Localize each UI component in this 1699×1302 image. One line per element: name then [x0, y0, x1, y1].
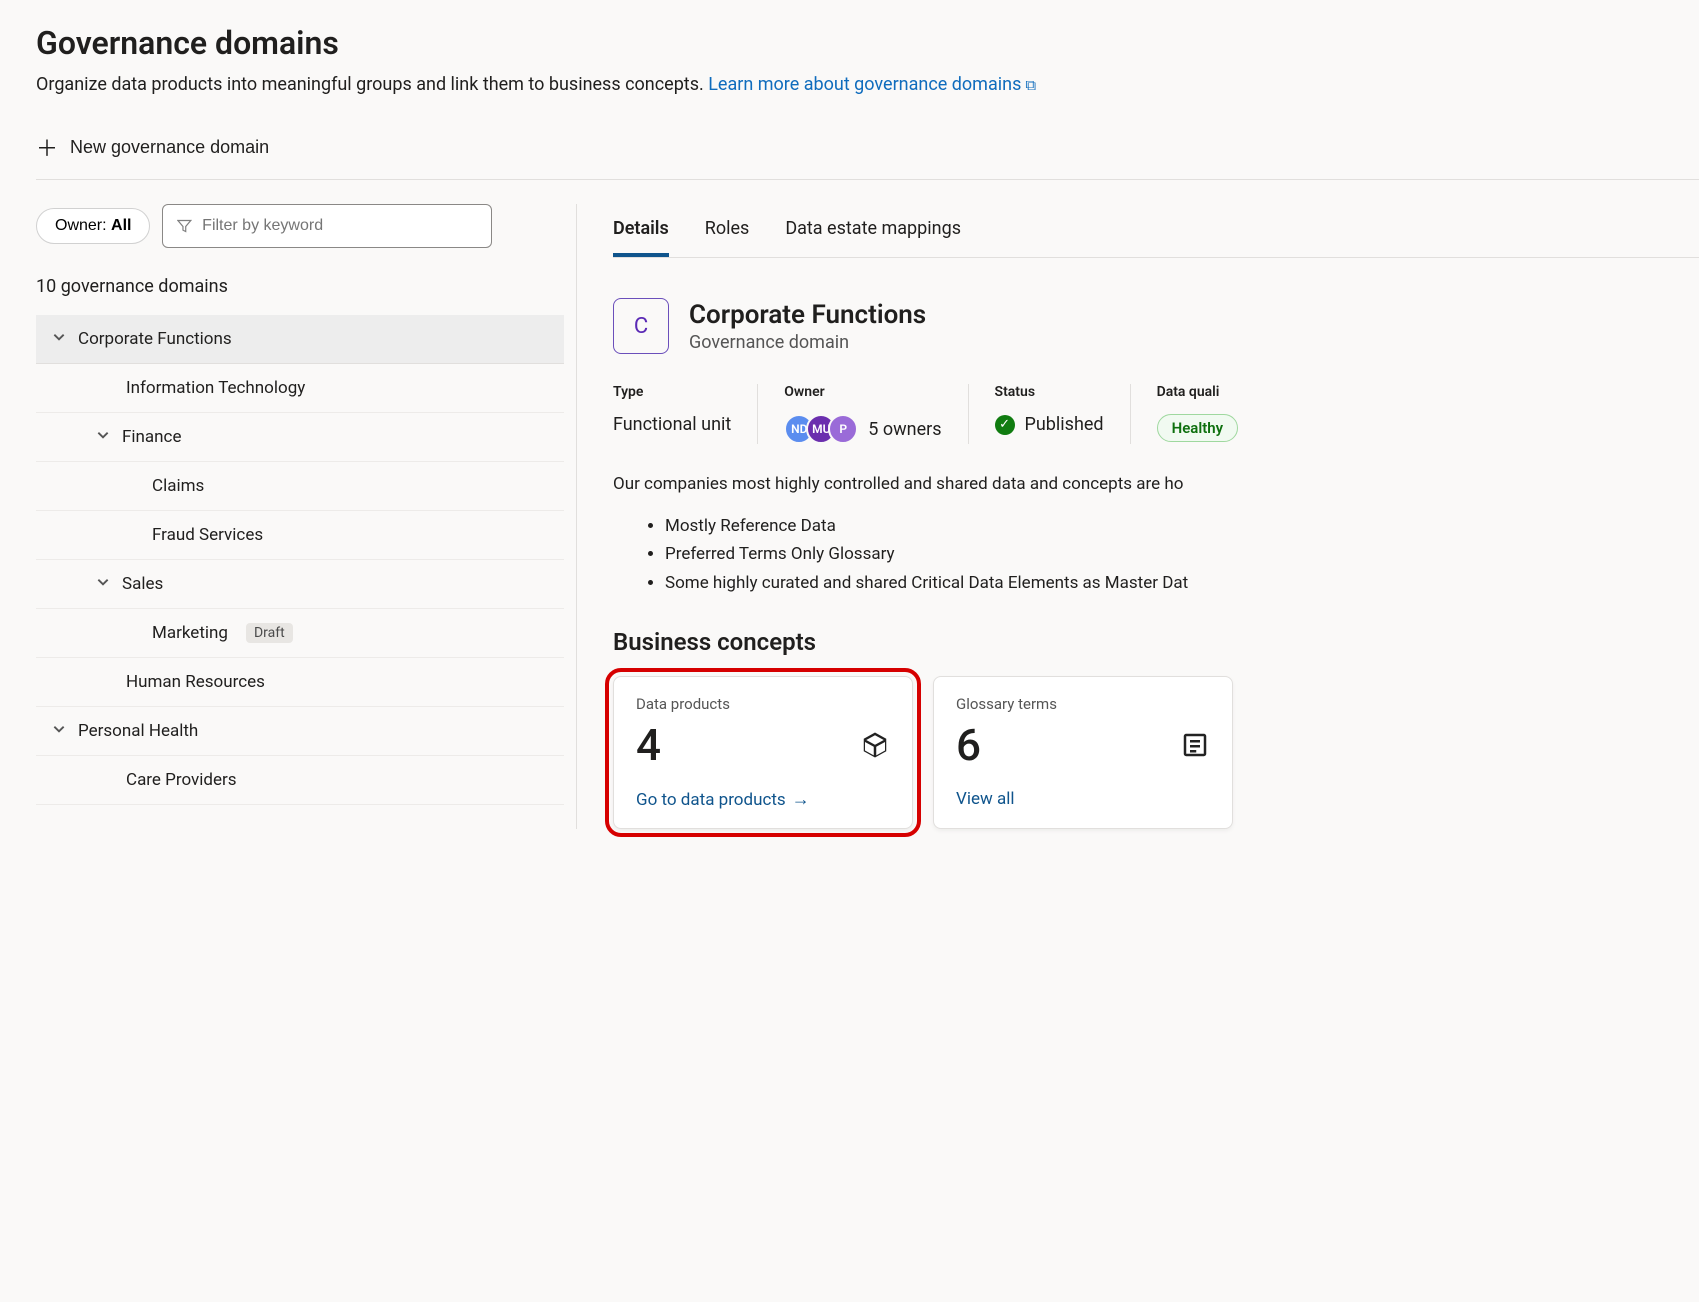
chevron-down-icon — [96, 427, 110, 447]
learn-more-link[interactable]: Learn more about governance domains⧉ — [708, 74, 1036, 95]
plus-icon: ＋ — [36, 131, 58, 163]
detail-tabs: Details Roles Data estate mappings — [613, 204, 1699, 258]
tree-item-personal-health[interactable]: Personal Health — [36, 707, 564, 756]
tab-data-estate-mappings[interactable]: Data estate mappings — [785, 204, 961, 257]
tree-item-label: Corporate Functions — [78, 329, 232, 349]
card-metric: 4 — [636, 719, 661, 771]
tree-item-claims[interactable]: Claims — [36, 462, 564, 511]
description-list: Mostly Reference DataPreferred Terms Onl… — [665, 512, 1699, 599]
top-divider — [36, 179, 1699, 180]
new-button-label: New governance domain — [70, 137, 269, 158]
card-link[interactable]: Go to data products → — [636, 789, 810, 810]
health-badge: Healthy — [1157, 414, 1239, 442]
draft-badge: Draft — [246, 623, 293, 643]
chevron-down-icon — [52, 329, 66, 349]
list-icon — [1180, 730, 1210, 760]
tree-item-human-resources[interactable]: Human Resources — [36, 658, 564, 707]
business-concepts-heading: Business concepts — [613, 628, 1699, 656]
tree-item-label: Care Providers — [126, 770, 237, 790]
owner-avatar-stack[interactable]: NDMUP — [784, 414, 858, 444]
tree-item-label: Marketing — [152, 623, 228, 643]
page-subtitle: Organize data products into meaningful g… — [36, 74, 1699, 95]
cube-icon — [860, 730, 890, 760]
status-label: Status — [995, 384, 1104, 400]
external-link-icon: ⧉ — [1025, 76, 1036, 94]
tree-item-label: Information Technology — [126, 378, 305, 398]
entity-subtitle: Governance domain — [689, 332, 926, 353]
chevron-down-icon — [96, 574, 110, 594]
avatar: P — [828, 414, 858, 444]
tree-item-information-technology[interactable]: Information Technology — [36, 364, 564, 413]
tree-item-label: Fraud Services — [152, 525, 263, 545]
card-title: Glossary terms — [956, 695, 1210, 713]
card-metric: 6 — [956, 719, 981, 771]
description-bullet: Preferred Terms Only Glossary — [665, 540, 1699, 569]
tree-item-sales[interactable]: Sales — [36, 560, 564, 609]
tree-item-label: Sales — [122, 574, 163, 594]
description-line: Our companies most highly controlled and… — [613, 472, 1699, 498]
domain-tree: Corporate Functions Information Technolog… — [36, 315, 564, 805]
tree-item-finance[interactable]: Finance — [36, 413, 564, 462]
tree-item-label: Personal Health — [78, 721, 198, 741]
tree-item-corporate-functions[interactable]: Corporate Functions — [36, 315, 564, 364]
owner-label: Owner — [784, 384, 941, 400]
description-bullet: Some highly curated and shared Critical … — [665, 569, 1699, 598]
owner-filter-pill[interactable]: Owner: All — [36, 208, 150, 244]
status-value: Published — [1025, 414, 1104, 435]
tree-item-marketing[interactable]: Marketing Draft — [36, 609, 564, 658]
description-bullet: Mostly Reference Data — [665, 512, 1699, 541]
tree-item-fraud-services[interactable]: Fraud Services — [36, 511, 564, 560]
filter-icon — [177, 218, 192, 234]
type-label: Type — [613, 384, 731, 400]
tab-details[interactable]: Details — [613, 204, 669, 257]
tree-item-label: Finance — [122, 427, 181, 447]
concept-card-data-products[interactable]: Data products 4 Go to data products → — [613, 676, 913, 829]
concept-cards: Data products 4 Go to data products → Gloss… — [613, 676, 1699, 829]
tab-roles[interactable]: Roles — [705, 204, 750, 257]
arrow-right-icon: → — [792, 789, 810, 810]
type-value: Functional unit — [613, 414, 731, 435]
page-title: Governance domains — [36, 24, 1699, 62]
check-circle-icon: ✓ — [995, 415, 1015, 435]
chevron-down-icon — [52, 721, 66, 741]
owner-count: 5 owners — [868, 419, 941, 440]
entity-icon: C — [613, 298, 669, 354]
keyword-filter[interactable] — [162, 204, 492, 248]
card-title: Data products — [636, 695, 890, 713]
domain-count: 10 governance domains — [36, 276, 564, 297]
card-link[interactable]: View all — [956, 789, 1014, 809]
data-quality-label: Data quali — [1157, 384, 1239, 400]
keyword-input[interactable] — [202, 217, 477, 235]
concept-card-glossary-terms[interactable]: Glossary terms 6 View all — [933, 676, 1233, 829]
entity-title: Corporate Functions — [689, 300, 926, 330]
tree-item-care-providers[interactable]: Care Providers — [36, 756, 564, 805]
new-governance-domain-button[interactable]: ＋ New governance domain — [36, 123, 269, 179]
tree-item-label: Claims — [152, 476, 204, 496]
tree-item-label: Human Resources — [126, 672, 265, 692]
